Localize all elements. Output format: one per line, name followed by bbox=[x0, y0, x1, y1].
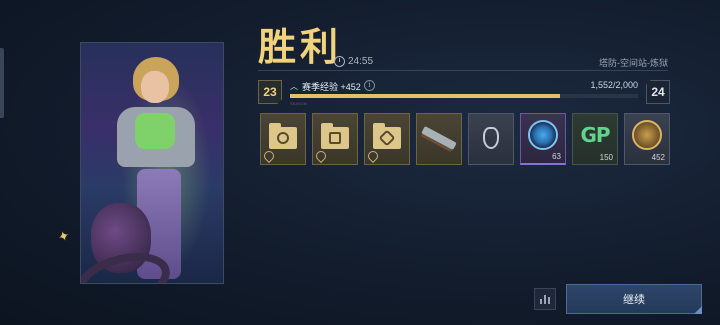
reward-item-5[interactable] bbox=[468, 113, 514, 165]
match-time: 24:55 bbox=[348, 56, 374, 67]
reward-item-1[interactable] bbox=[260, 113, 306, 165]
reward-quantity: 150 bbox=[599, 153, 613, 162]
character-portrait bbox=[80, 42, 224, 284]
next-level-badge: 24 bbox=[646, 80, 670, 104]
charm-icon bbox=[483, 127, 499, 149]
xp-label: ︿ 赛季经验 +452 bbox=[290, 80, 361, 93]
reward-quantity: 452 bbox=[651, 153, 665, 162]
bar-chart-icon-bar bbox=[548, 297, 550, 304]
game-mode-label: 塔防-空间站-炼狱 bbox=[599, 58, 668, 68]
left-edge-tab[interactable] bbox=[0, 48, 4, 118]
xp-progress-fill bbox=[290, 94, 561, 98]
header-divider bbox=[258, 70, 668, 71]
reward-item-2[interactable] bbox=[312, 113, 358, 165]
location-pin-icon bbox=[313, 148, 329, 164]
bar-chart-icon bbox=[540, 299, 542, 304]
character-top bbox=[135, 113, 175, 149]
stats-button[interactable] bbox=[534, 288, 556, 310]
xp-gain-text: 赛季经验 +452 bbox=[302, 82, 361, 92]
location-pin-icon bbox=[365, 148, 381, 164]
match-timer: 24:55 bbox=[334, 56, 373, 67]
folder-wings-icon bbox=[373, 123, 401, 149]
xp-count: 1,552/2,000 bbox=[590, 80, 638, 90]
location-pin-icon bbox=[261, 148, 277, 164]
blue-coin-icon bbox=[528, 119, 558, 150]
bar-chart-icon-bar bbox=[544, 295, 546, 304]
chevron-up-icon: ︿ bbox=[290, 82, 298, 91]
gold-coin-icon bbox=[632, 120, 662, 150]
current-level-badge: 23 bbox=[258, 80, 282, 104]
sparkle-icon: ✦ bbox=[55, 226, 72, 246]
reward-list: 63 GP 150 452 bbox=[260, 113, 670, 165]
continue-button[interactable]: 继续 bbox=[566, 284, 702, 314]
reward-item-6[interactable]: 63 bbox=[520, 113, 566, 165]
character-face bbox=[141, 71, 169, 103]
reward-item-3[interactable] bbox=[364, 113, 410, 165]
reward-item-4[interactable] bbox=[416, 113, 462, 165]
folder-emblem-icon bbox=[269, 123, 297, 149]
clock-icon bbox=[334, 56, 345, 67]
xp-sublabel: SEASON bbox=[290, 101, 307, 106]
gp-icon: GP bbox=[580, 123, 610, 147]
rifle-icon bbox=[421, 126, 457, 150]
reward-item-8[interactable]: 452 bbox=[624, 113, 670, 165]
xp-progress-track bbox=[290, 94, 638, 98]
folder-flag-icon bbox=[321, 123, 349, 149]
reward-quantity: 63 bbox=[552, 152, 561, 161]
info-icon[interactable]: i bbox=[364, 80, 375, 91]
reward-item-7[interactable]: GP 150 bbox=[572, 113, 618, 165]
victory-title: 胜利 bbox=[258, 25, 343, 69]
